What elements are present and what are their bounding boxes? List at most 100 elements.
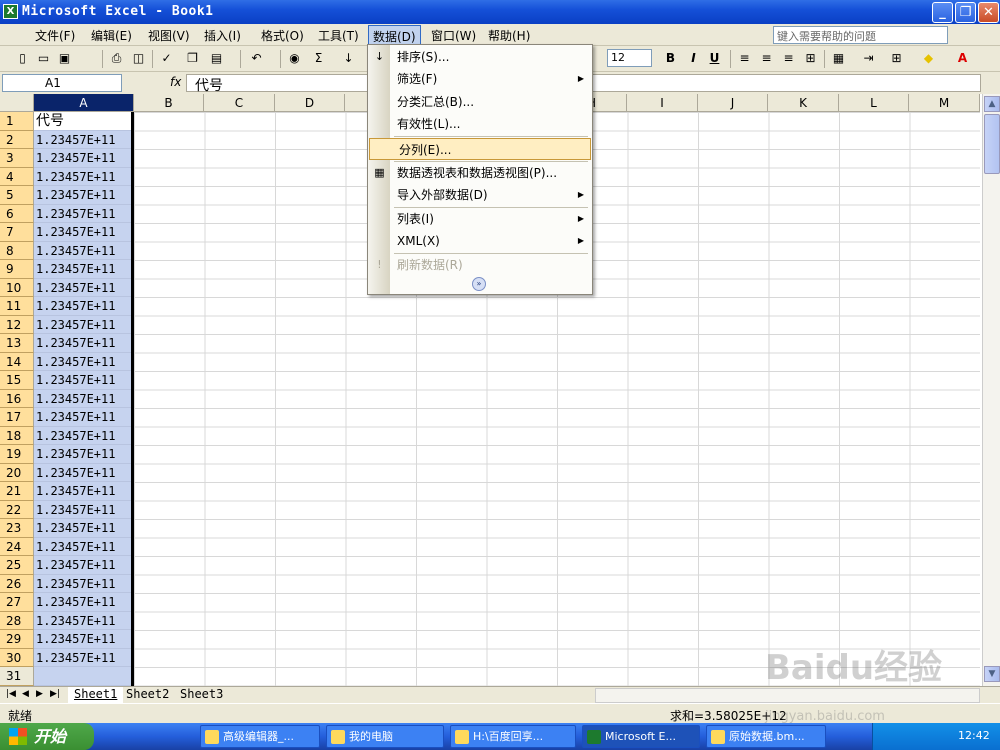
first-sheet-icon[interactable]: |◀ <box>6 689 16 699</box>
row-header[interactable]: 9 <box>0 260 34 279</box>
row-header[interactable]: 31 <box>0 667 34 686</box>
taskbar-item[interactable]: H:\百度回享... <box>450 725 576 748</box>
row-header[interactable]: 11 <box>0 297 34 316</box>
cell-a[interactable]: 1.23457E+11 <box>34 241 134 260</box>
font-size-select[interactable]: 12 <box>607 49 652 67</box>
row-header[interactable]: 24 <box>0 537 34 556</box>
taskbar-item[interactable]: 我的电脑 <box>326 725 444 748</box>
last-sheet-icon[interactable]: ▶| <box>50 689 60 699</box>
cell-a[interactable]: 1.23457E+11 <box>34 278 134 297</box>
print-icon[interactable]: ⎙ <box>108 50 125 67</box>
cell-a[interactable]: 1.23457E+11 <box>34 537 134 556</box>
scroll-up-button[interactable]: ▲ <box>984 96 1000 112</box>
menu-help[interactable]: 帮助(H) <box>488 27 530 44</box>
row-header[interactable]: 6 <box>0 204 34 223</box>
row-header[interactable]: 19 <box>0 445 34 464</box>
maximize-button[interactable]: ❐ <box>955 2 976 23</box>
cell-a[interactable]: 1.23457E+11 <box>34 223 134 242</box>
menu-item-text-to-columns[interactable]: 分列(E)... <box>369 138 591 160</box>
sheet-tab-3[interactable]: Sheet3 <box>174 687 229 703</box>
cell-a[interactable]: 代号 <box>34 112 134 131</box>
row-header[interactable]: 17 <box>0 408 34 427</box>
indent-icon[interactable]: ⇥ <box>860 50 877 67</box>
name-box[interactable]: A1 <box>2 74 122 92</box>
next-sheet-icon[interactable]: ▶ <box>36 689 43 699</box>
column-header[interactable]: I <box>627 94 698 112</box>
row-header[interactable]: 3 <box>0 149 34 168</box>
taskbar-item-excel[interactable]: Microsoft E... <box>582 725 700 748</box>
cell-a[interactable]: 1.23457E+11 <box>34 149 134 168</box>
cell-a[interactable]: 1.23457E+11 <box>34 130 134 149</box>
cell-a[interactable]: 1.23457E+11 <box>34 574 134 593</box>
column-header[interactable]: D <box>275 94 345 112</box>
start-button[interactable]: 开始 <box>0 723 94 750</box>
open-icon[interactable]: ▭ <box>35 50 52 67</box>
fill-color-icon[interactable]: ◆ <box>920 50 937 67</box>
row-header[interactable]: 30 <box>0 648 34 667</box>
menu-format[interactable]: 格式(O) <box>261 27 304 44</box>
sheet-tab-2[interactable]: Sheet2 <box>120 687 175 703</box>
row-header[interactable]: 21 <box>0 482 34 501</box>
row-header[interactable]: 12 <box>0 315 34 334</box>
sort-ascending-icon[interactable]: ↓ <box>340 50 357 67</box>
paste-icon[interactable]: ▤ <box>208 50 225 67</box>
fx-icon[interactable]: fx <box>170 75 181 89</box>
cell-a[interactable]: 1.23457E+11 <box>34 630 134 649</box>
cell-a[interactable]: 1.23457E+11 <box>34 463 134 482</box>
excel-app-icon[interactable]: X <box>3 4 18 19</box>
row-header[interactable]: 22 <box>0 500 34 519</box>
row-header[interactable]: 26 <box>0 574 34 593</box>
row-header[interactable]: 28 <box>0 611 34 630</box>
menu-item-subtotals[interactable]: 分类汇总(B)... <box>368 91 592 113</box>
cell-a[interactable]: 1.23457E+11 <box>34 519 134 538</box>
menu-window[interactable]: 窗口(W) <box>431 27 476 44</box>
cell-a[interactable]: 1.23457E+11 <box>34 334 134 353</box>
row-header[interactable]: 1 <box>0 112 34 131</box>
menu-item-xml[interactable]: XML(X) ▶ <box>368 230 592 252</box>
menu-item-validation[interactable]: 有效性(L)... <box>368 113 592 135</box>
cell-a[interactable]: 1.23457E+11 <box>34 445 134 464</box>
column-header[interactable]: B <box>134 94 204 112</box>
merge-center-icon[interactable]: ⊞ <box>802 50 819 67</box>
align-left-icon[interactable]: ≡ <box>736 50 753 67</box>
row-header[interactable]: 8 <box>0 241 34 260</box>
cell-a[interactable]: 1.23457E+11 <box>34 186 134 205</box>
row-header[interactable]: 15 <box>0 371 34 390</box>
cell-a[interactable]: 1.23457E+11 <box>34 260 134 279</box>
menu-tools[interactable]: 工具(T) <box>318 27 359 44</box>
cell-a[interactable]: 1.23457E+11 <box>34 500 134 519</box>
column-header[interactable]: J <box>698 94 768 112</box>
sheet-tab-1[interactable]: Sheet1 <box>68 687 124 703</box>
new-icon[interactable]: ▯ <box>14 50 31 67</box>
currency-icon[interactable]: ▦ <box>830 50 847 67</box>
row-header[interactable]: 13 <box>0 334 34 353</box>
italic-button[interactable]: I <box>685 50 702 67</box>
prev-sheet-icon[interactable]: ◀ <box>22 689 29 699</box>
font-color-icon[interactable]: A <box>954 50 971 67</box>
menu-edit[interactable]: 编辑(E) <box>91 27 132 44</box>
cell-a[interactable]: 1.23457E+11 <box>34 408 134 427</box>
help-search-input[interactable]: 键入需要帮助的问题 <box>773 26 948 44</box>
row-header[interactable]: 5 <box>0 186 34 205</box>
align-right-icon[interactable]: ≡ <box>780 50 797 67</box>
undo-icon[interactable]: ↶ <box>248 50 265 67</box>
print-preview-icon[interactable]: ◫ <box>130 50 147 67</box>
autosum-icon[interactable]: Σ <box>310 50 327 67</box>
menu-insert[interactable]: 插入(I) <box>204 27 241 44</box>
row-header[interactable]: 14 <box>0 352 34 371</box>
scroll-thumb[interactable] <box>984 114 1000 174</box>
column-header[interactable]: C <box>204 94 275 112</box>
menu-item-filter[interactable]: 筛选(F) ▶ <box>368 68 592 90</box>
menu-item-list[interactable]: 列表(I) ▶ <box>368 208 592 230</box>
cell-a[interactable]: 1.23457E+11 <box>34 556 134 575</box>
cell-a[interactable]: 1.23457E+11 <box>34 648 134 667</box>
column-header[interactable]: A <box>34 94 134 112</box>
minimize-button[interactable]: _ <box>932 2 953 23</box>
spelling-icon[interactable]: ✓ <box>158 50 175 67</box>
borders-icon[interactable]: ⊞ <box>888 50 905 67</box>
cell-a[interactable] <box>34 667 134 686</box>
row-header[interactable]: 27 <box>0 593 34 612</box>
row-header[interactable]: 2 <box>0 130 34 149</box>
column-header[interactable]: L <box>839 94 909 112</box>
expand-menu-icon[interactable]: » <box>472 277 486 291</box>
